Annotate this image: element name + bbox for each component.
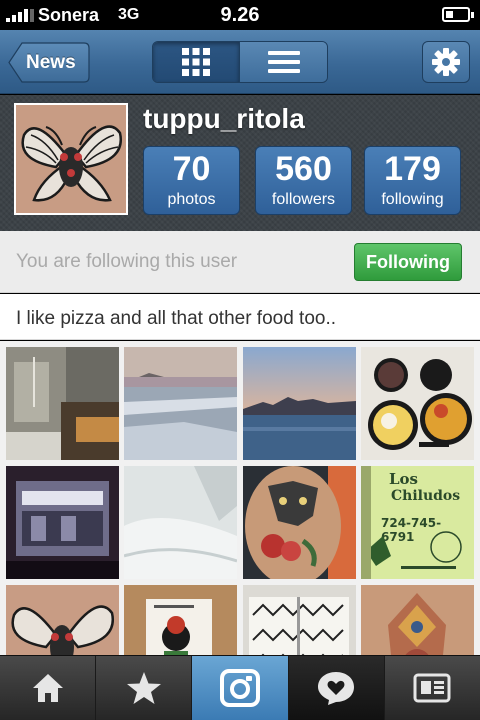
- photo-grid: Los Chiludos 724-745-6791: [0, 341, 480, 655]
- stat-following-label: following: [381, 191, 444, 208]
- bathroom-photo: [6, 347, 119, 460]
- photo-thumbnail[interactable]: Los Chiludos 724-745-6791: [361, 466, 474, 579]
- stat-followers-label: followers: [271, 191, 336, 208]
- profile-header: tuppu_ritola 70 photos 560 followers 179…: [0, 95, 480, 231]
- arm-tattoo-photo: [243, 466, 356, 579]
- tab-news[interactable]: [288, 656, 385, 720]
- star-icon: [126, 672, 161, 704]
- photo-thumbnail[interactable]: [124, 466, 237, 579]
- battery-icon: [442, 7, 474, 22]
- restaurant-flyer-photo: Los Chiludos 724-745-6791: [361, 466, 474, 579]
- cooking-photo: [361, 347, 474, 460]
- following-button[interactable]: Following: [354, 243, 462, 281]
- ornate-tattoo-photo: [361, 585, 474, 655]
- photo-thumbnail[interactable]: [361, 347, 474, 460]
- home-icon: [32, 674, 63, 702]
- grid-view-button[interactable]: [153, 42, 240, 82]
- avatar-image: [16, 105, 126, 213]
- photo-thumbnail[interactable]: [124, 585, 237, 655]
- tab-home[interactable]: [0, 656, 97, 720]
- harbor-city-photo: [243, 347, 356, 460]
- gear-icon: [432, 48, 460, 76]
- tab-bar: [0, 655, 480, 720]
- follow-status-text: You are following this user: [16, 251, 238, 272]
- kiosk-photo: [6, 466, 119, 579]
- status-bar: Sonera 3G 9.26: [0, 0, 480, 30]
- settings-button[interactable]: [422, 41, 470, 83]
- tab-profile[interactable]: [385, 656, 480, 720]
- news-icon: [318, 672, 355, 705]
- snow-photo: [124, 466, 237, 579]
- tab-popular[interactable]: [96, 656, 193, 720]
- moth-tattoo-photo: [6, 585, 119, 655]
- navigation-bar: News: [0, 30, 480, 94]
- grid-view-icon: [182, 48, 210, 76]
- photo-thumbnail[interactable]: [243, 347, 356, 460]
- username: tuppu_ritola: [143, 103, 305, 134]
- photo-thumbnail[interactable]: [361, 585, 474, 655]
- photo-thumbnail[interactable]: [243, 585, 356, 655]
- stat-following[interactable]: 179 following: [364, 146, 461, 215]
- book-cover-photo: [124, 585, 237, 655]
- stat-photos-number: 70: [172, 150, 211, 188]
- profile-icon: [413, 673, 451, 703]
- list-view-icon: [267, 51, 300, 73]
- photo-thumbnail[interactable]: [124, 347, 237, 460]
- stat-followers[interactable]: 560 followers: [255, 146, 352, 215]
- frozen-sea-photo: [124, 347, 237, 460]
- avatar[interactable]: [14, 103, 128, 215]
- patterned-book-photo: [243, 585, 356, 655]
- view-toggle: [152, 41, 328, 83]
- stat-photos[interactable]: 70 photos: [143, 146, 240, 215]
- stat-photos-label: photos: [167, 191, 216, 208]
- stat-following-number: 179: [384, 150, 441, 188]
- flyer-illustration: [361, 466, 462, 579]
- clock: 9.26: [220, 4, 260, 26]
- back-button[interactable]: News: [8, 42, 90, 83]
- photo-thumbnail[interactable]: [6, 347, 119, 460]
- photo-thumbnail[interactable]: [6, 585, 119, 655]
- list-view-button[interactable]: [240, 42, 327, 82]
- photo-thumbnail[interactable]: [243, 466, 356, 579]
- tab-camera[interactable]: [192, 656, 289, 720]
- camera-icon: [220, 669, 260, 707]
- follow-status-row: You are following this user Following: [0, 231, 480, 293]
- back-button-label: News: [26, 52, 76, 73]
- stat-followers-number: 560: [275, 150, 332, 188]
- bio-text: I like pizza and all that other food too…: [16, 308, 337, 329]
- bio-section: I like pizza and all that other food too…: [0, 294, 480, 340]
- photo-thumbnail[interactable]: [6, 466, 119, 579]
